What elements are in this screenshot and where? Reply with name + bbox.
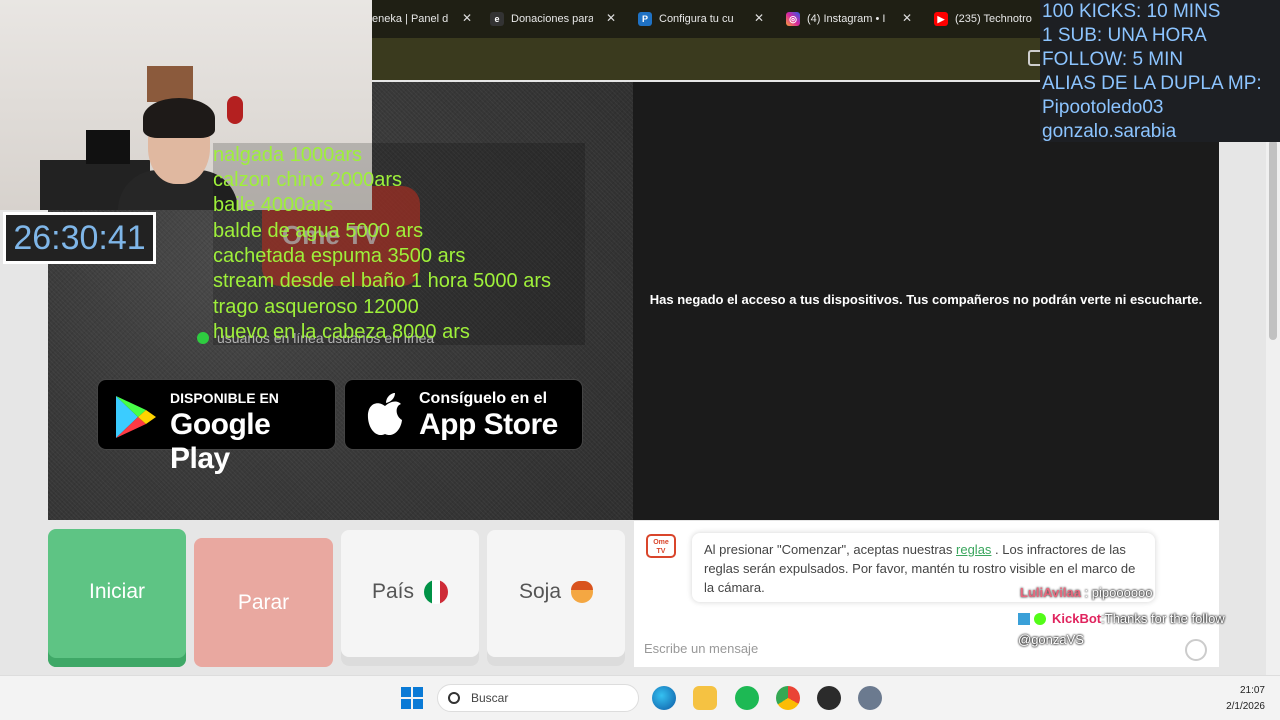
verified-badge-icon — [1034, 612, 1046, 625]
info-line: ALIAS DE LA DUPLA MP: — [1042, 73, 1262, 94]
scrollbar-thumb[interactable] — [1269, 140, 1277, 340]
search-label: Buscar — [471, 691, 509, 705]
apple-icon — [367, 393, 402, 436]
google-play-big-text: Google Play — [170, 408, 271, 475]
paypal-icon: P — [638, 12, 652, 26]
gender-button[interactable]: Soja — [487, 530, 625, 666]
spotify-icon[interactable] — [735, 686, 759, 710]
online-dot-icon — [197, 332, 209, 344]
tab-title: eneka | Panel d — [372, 13, 448, 25]
cafecito-icon: e — [490, 12, 504, 26]
tab-title: (4) Instagram • I — [807, 13, 886, 25]
close-icon[interactable]: ✕ — [754, 11, 764, 25]
info-line: 1 SUB: UNA HORA — [1042, 25, 1207, 46]
tab-title: (235) Technotro — [955, 13, 1032, 25]
stop-label: Parar — [237, 590, 290, 614]
info-line: Pipootoledo03 — [1042, 97, 1164, 118]
clock-date: 2/1/2026 — [1226, 701, 1265, 712]
page-scrollbar[interactable] — [1266, 80, 1280, 675]
app-store-small-text: Consíguelo en el — [419, 390, 548, 407]
message-input[interactable]: Escribe un mensaje — [644, 641, 758, 656]
taskbar-clock[interactable]: 21:07 2/1/2026 — [1205, 683, 1265, 715]
country-content: País — [371, 580, 449, 604]
price-item: baile 4000ars — [213, 194, 334, 216]
tab-panel[interactable]: eneka | Panel d ✕ — [372, 8, 472, 30]
tab-title: Donaciones para — [511, 13, 593, 25]
google-play-small-text: DISPONIBLE EN — [170, 390, 279, 406]
denied-message: Has negado el acceso a tus dispositivos.… — [649, 292, 1203, 307]
file-explorer-icon[interactable] — [693, 686, 717, 710]
edge-icon[interactable] — [652, 686, 676, 710]
price-item: trago asqueroso 12000 — [213, 296, 419, 318]
windows-taskbar — [0, 675, 1280, 720]
italy-flag-icon — [424, 580, 449, 604]
chat-username: LuliAvilaa — [1020, 585, 1081, 600]
youtube-icon: ▶ — [934, 12, 948, 26]
app-store-button[interactable]: Consíguelo en el App Store — [344, 379, 583, 450]
price-item: cachetada espuma 3500 ars — [213, 245, 466, 267]
rules-prefix: Al presionar "Comenzar", aceptas nuestra… — [704, 542, 957, 557]
start-label: Iniciar — [88, 580, 146, 603]
instagram-icon: ◎ — [786, 12, 800, 26]
tab-youtube[interactable]: ▶ (235) Technotro — [934, 8, 1040, 30]
price-item: balde de agua 5000 ars — [213, 220, 424, 242]
wall-painting — [147, 66, 193, 102]
info-line: 100 KICKS: 10 MINS — [1042, 1, 1221, 22]
obs-icon[interactable] — [817, 686, 841, 710]
price-item: huevo en la cabeza 8000 ars — [213, 321, 470, 343]
stream-chat-tail: @gonzaVS — [1018, 632, 1084, 647]
close-icon[interactable]: ✕ — [462, 11, 472, 25]
chat-text: Thanks for the follow — [1104, 611, 1225, 626]
chat-text: pipoooooo — [1091, 585, 1153, 600]
settings-icon[interactable] — [858, 686, 882, 710]
tab-instagram[interactable]: ◎ (4) Instagram • I ✕ — [786, 8, 912, 30]
close-icon[interactable]: ✕ — [902, 11, 912, 25]
chrome-icon[interactable] — [776, 686, 800, 710]
google-play-icon — [116, 396, 156, 438]
tab-donaciones[interactable]: e Donaciones para ✕ — [490, 8, 616, 30]
close-icon[interactable]: ✕ — [606, 11, 616, 25]
search-icon — [448, 692, 460, 704]
tab-title: Configura tu cu — [659, 13, 734, 25]
chat-separator: : — [1080, 585, 1092, 600]
stop-button[interactable]: Parar — [194, 538, 333, 667]
chat-mention: @gonzaVS — [1018, 632, 1084, 647]
streamer-hair — [143, 98, 215, 138]
clock-time: 21:07 — [1239, 685, 1265, 696]
rules-link[interactable]: reglas — [956, 542, 991, 557]
emoji-icon[interactable] — [1185, 639, 1207, 661]
stream-chat-message: KickBot : Thanks for the follow — [1018, 611, 1225, 626]
windows-start-icon[interactable] — [401, 687, 423, 709]
info-line: gonzalo.sarabia — [1042, 121, 1177, 142]
app-store-big-text: App Store — [419, 408, 558, 441]
country-button[interactable]: País — [341, 530, 479, 666]
stream-timer: 26:30:41 — [3, 212, 156, 264]
background-monitor — [86, 130, 130, 164]
partner-video-panel: Has negado el acceso a tus dispositivos.… — [633, 82, 1219, 520]
info-line: FOLLOW: 5 MIN — [1042, 49, 1184, 70]
person-face-icon — [571, 581, 594, 603]
gender-content: Soja — [518, 580, 594, 604]
wall-decoration — [227, 96, 243, 124]
price-item: nalgada 1000ars — [213, 144, 363, 166]
price-item: calzon chino 2000ars — [213, 169, 403, 191]
ometv-tv-icon: Ome TV — [646, 534, 676, 558]
price-item: stream desde el baño 1 hora 5000 ars — [213, 270, 551, 292]
gender-label: Soja — [518, 580, 562, 603]
tab-paypal[interactable]: P Configura tu cu ✕ — [638, 8, 764, 30]
chat-username: KickBot — [1052, 611, 1102, 626]
moderator-badge-icon — [1018, 612, 1030, 625]
stream-chat-message: LuliAvilaa : pipoooooo — [1020, 585, 1153, 600]
taskbar-search[interactable]: Buscar — [437, 684, 639, 712]
google-play-button[interactable]: DISPONIBLE EN Google Play — [97, 379, 336, 475]
country-label: País — [371, 580, 415, 603]
start-button[interactable]: Iniciar — [48, 529, 186, 667]
